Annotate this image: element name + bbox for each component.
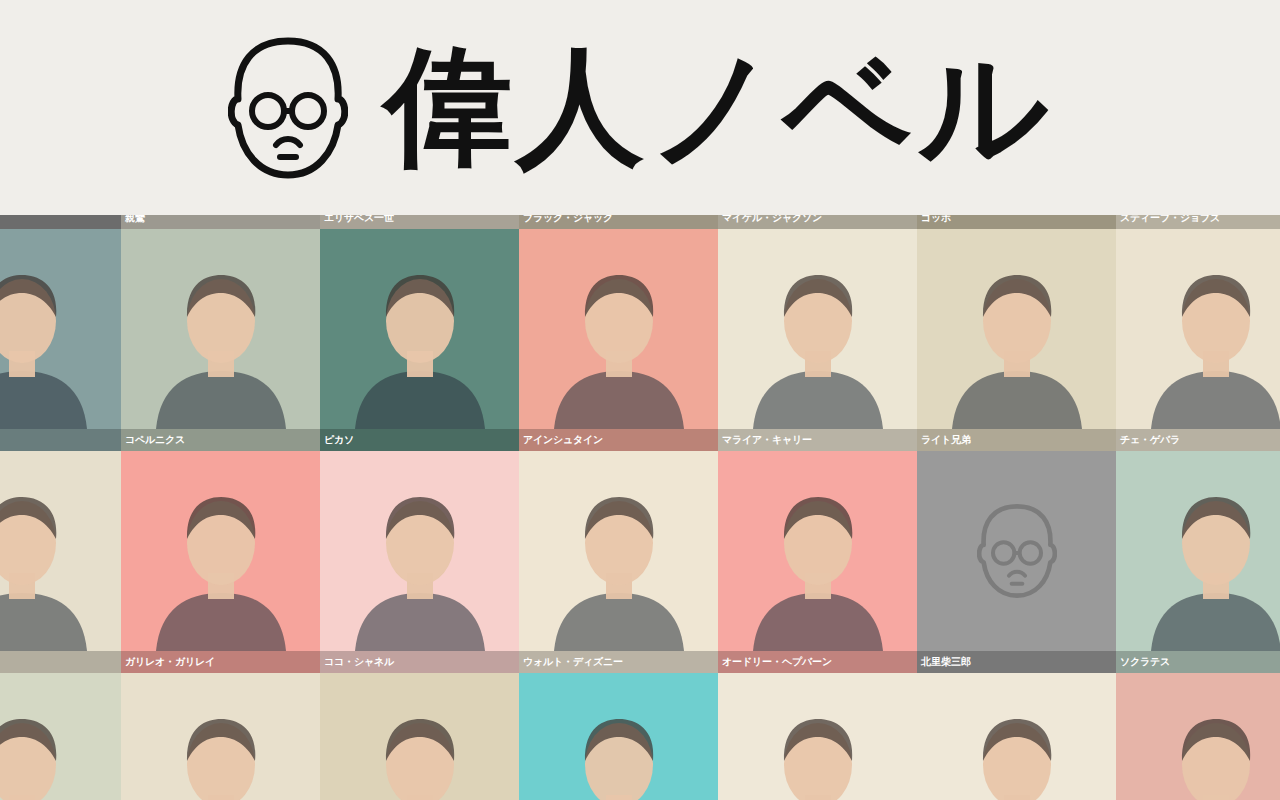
- portrait-figure-icon: [146, 259, 296, 429]
- portrait-figure-icon: [942, 703, 1092, 800]
- person-card[interactable]: 北里柴三郎: [917, 451, 1116, 673]
- person-card[interactable]: オードリー・ヘプバーン: [718, 451, 917, 673]
- person-name: ウォルト・ディズニー: [519, 651, 718, 673]
- portrait-image: [917, 673, 1116, 800]
- portrait-image: [718, 673, 917, 800]
- person-card[interactable]: [1116, 673, 1280, 800]
- person-name: ガリレオ・ガリレイ: [121, 651, 320, 673]
- logo-face-icon: [228, 33, 348, 183]
- page: 偉人ノベル親鸞エリザベス一世ブラック・ジャックマイケル・ジャクソンゴッホスティー…: [0, 0, 1280, 800]
- portrait-figure-icon: [544, 703, 694, 800]
- portrait-image: [519, 451, 718, 651]
- portrait-image: [121, 673, 320, 800]
- portrait-figure-icon: [1141, 259, 1280, 429]
- person-card[interactable]: [0, 673, 121, 800]
- person-card[interactable]: コペルニクス: [121, 229, 320, 451]
- logo-text[interactable]: 偉人ノベル: [384, 37, 1053, 178]
- person-name: ピカソ: [320, 429, 519, 451]
- portrait-figure-icon: [146, 481, 296, 651]
- person-card[interactable]: ガリレオ・ガリレイ: [121, 451, 320, 673]
- person-card[interactable]: マライア・キャリー: [718, 229, 917, 451]
- portrait-figure-icon: [743, 703, 893, 800]
- person-card[interactable]: ソクラテス: [1116, 451, 1280, 673]
- portrait-placeholder: [917, 451, 1116, 651]
- person-name: [0, 429, 121, 451]
- person-name: [0, 651, 121, 673]
- placeholder-face-icon: [977, 501, 1057, 601]
- portrait-figure-icon: [0, 481, 97, 651]
- portrait-image: [519, 229, 718, 429]
- portrait-figure-icon: [0, 259, 97, 429]
- portrait-image: [718, 229, 917, 429]
- portrait-image: [0, 451, 121, 651]
- person-card[interactable]: ピカソ: [320, 229, 519, 451]
- portrait-image: [320, 451, 519, 651]
- portrait-image: [320, 673, 519, 800]
- portrait-image: [1116, 451, 1280, 651]
- portrait-figure-icon: [1141, 703, 1280, 800]
- portrait-image: [320, 229, 519, 429]
- portrait-figure-icon: [544, 481, 694, 651]
- person-name: オードリー・ヘプバーン: [718, 651, 917, 673]
- person-name: ソクラテス: [1116, 651, 1280, 673]
- person-card[interactable]: チェ・ゲバラ: [1116, 229, 1280, 451]
- portrait-figure-icon: [544, 259, 694, 429]
- person-card[interactable]: [0, 451, 121, 673]
- person-card[interactable]: ライト兄弟: [917, 229, 1116, 451]
- person-card[interactable]: [121, 673, 320, 800]
- portrait-image: [0, 229, 121, 429]
- person-name: マライア・キャリー: [718, 429, 917, 451]
- portrait-image: [1116, 673, 1280, 800]
- person-name: コペルニクス: [121, 429, 320, 451]
- portrait-image: [121, 451, 320, 651]
- portrait-figure-icon: [345, 259, 495, 429]
- person-card[interactable]: ウォルト・ディズニー: [519, 451, 718, 673]
- site-header: 偉人ノベル: [0, 0, 1280, 215]
- person-name: 北里柴三郎: [917, 651, 1116, 673]
- person-name: ライト兄弟: [917, 429, 1116, 451]
- portrait-figure-icon: [942, 259, 1092, 429]
- portrait-figure-icon: [345, 703, 495, 800]
- portrait-image: [519, 673, 718, 800]
- portrait-figure-icon: [0, 703, 97, 800]
- portrait-image: [0, 673, 121, 800]
- portrait-image: [121, 229, 320, 429]
- person-card[interactable]: [519, 673, 718, 800]
- person-name: ココ・シャネル: [320, 651, 519, 673]
- person-card[interactable]: [320, 673, 519, 800]
- portrait-figure-icon: [743, 481, 893, 651]
- person-card[interactable]: アインシュタイン: [519, 229, 718, 451]
- portrait-figure-icon: [345, 481, 495, 651]
- person-card[interactable]: ココ・シャネル: [320, 451, 519, 673]
- person-card[interactable]: [0, 229, 121, 451]
- portrait-figure-icon: [146, 703, 296, 800]
- portrait-figure-icon: [1141, 481, 1280, 651]
- person-card[interactable]: [718, 673, 917, 800]
- person-name: チェ・ゲバラ: [1116, 429, 1280, 451]
- person-card[interactable]: [917, 673, 1116, 800]
- portrait-figure-icon: [743, 259, 893, 429]
- person-name: アインシュタイン: [519, 429, 718, 451]
- portrait-image: [718, 451, 917, 651]
- portrait-image: [1116, 229, 1280, 429]
- portrait-image: [917, 229, 1116, 429]
